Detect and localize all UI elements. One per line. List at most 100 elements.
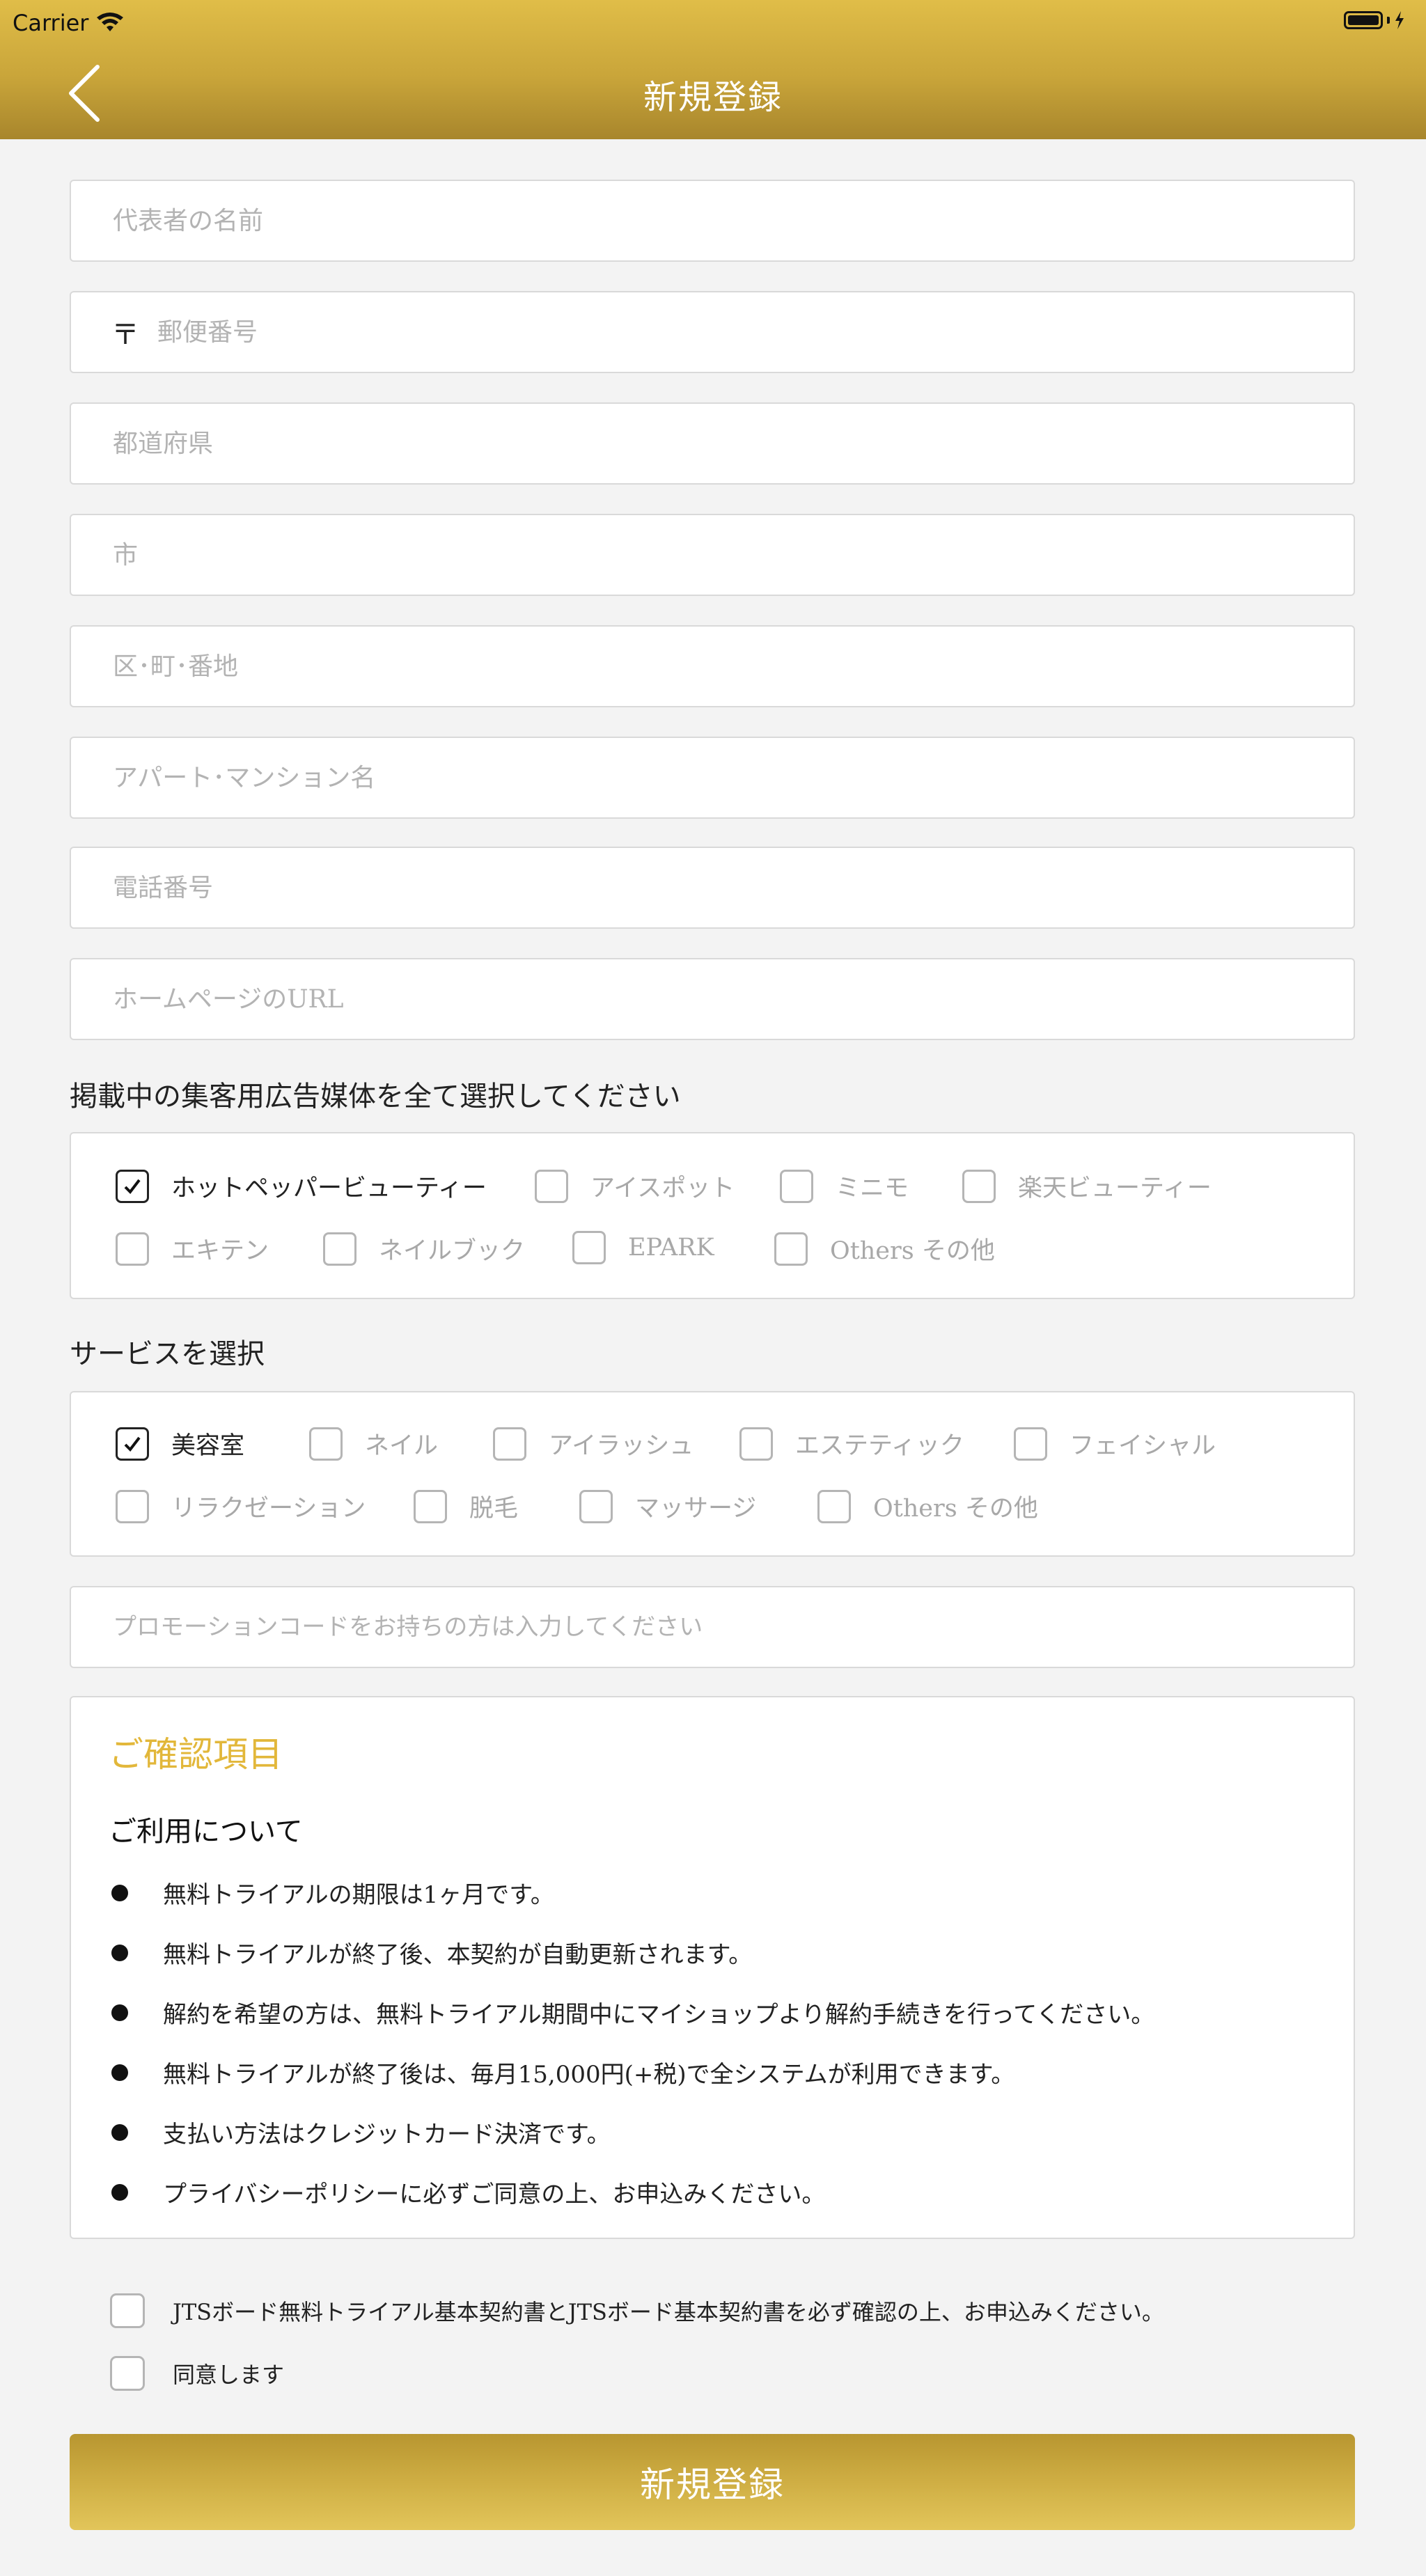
option-label: ネイルブック (379, 1237, 526, 1265)
option-label: エキテン (171, 1237, 269, 1265)
checkbox[interactable] (414, 1489, 447, 1523)
service-option-relaxation[interactable]: リラクゼーション (116, 1489, 366, 1524)
address-input[interactable] (111, 651, 1354, 682)
city-input[interactable] (111, 540, 1354, 570)
checkbox[interactable] (579, 1489, 613, 1523)
checkbox[interactable] (739, 1427, 773, 1461)
service-option-massage[interactable]: マッサージ (579, 1489, 756, 1524)
postal-code-input[interactable] (156, 317, 1354, 347)
page-title: 新規登録 (643, 78, 783, 117)
checkbox[interactable] (309, 1427, 343, 1461)
postal-code-field[interactable]: 〒 (70, 291, 1355, 373)
service-option-hair-removal[interactable]: 脱毛 (414, 1489, 518, 1524)
register-button-label: 新規登録 (640, 2465, 785, 2505)
checkbox[interactable] (323, 1232, 356, 1266)
list-item-text: 解約を希望の方は、無料トライアル期間中にマイショップより解約手続きを行ってくださ… (163, 2001, 1155, 2029)
usage-subtitle: ご利用について (109, 1816, 303, 1848)
carrier-label: Carrier (13, 10, 89, 36)
apartment-field[interactable] (70, 737, 1355, 819)
service-option-facial[interactable]: フェイシャル (1014, 1426, 1216, 1461)
checkbox[interactable] (774, 1232, 808, 1266)
agree-label: 同意します (173, 2362, 285, 2388)
checkbox[interactable] (962, 1169, 996, 1203)
contract-confirm-checkbox-row[interactable]: JTSボード無料トライアル基本契約書とJTSボード基本契約書を必ず確認の上、お申… (110, 2293, 1164, 2328)
list-item-text: プライバシーポリシーに必ずご同意の上、お申込みください。 (163, 2181, 826, 2208)
media-option-hotpepper[interactable]: ホットペッパービューティー (116, 1168, 487, 1204)
agree-checkbox-row[interactable]: 同意します (110, 2356, 284, 2391)
checkmark-icon (124, 1436, 141, 1452)
nav-header: Carrier 新規登録 (0, 0, 1426, 139)
confirmation-title: ご確認項目 (109, 1734, 283, 1775)
service-options-panel: 美容室 ネイル アイラッシュ エステティック フェイシャル リラクゼーション 脱… (70, 1391, 1355, 1557)
bullet-icon (111, 2123, 128, 2141)
agree-checkbox[interactable] (110, 2356, 145, 2391)
media-option-epark[interactable]: EPARK (572, 1231, 714, 1264)
checkbox[interactable] (116, 1427, 149, 1461)
media-option-nailbook[interactable]: ネイルブック (323, 1231, 525, 1266)
checkbox[interactable] (572, 1231, 606, 1264)
list-item: プライバシーポリシーに必ずご同意の上、お申込みください。 (111, 2175, 825, 2209)
homepage-url-input[interactable] (111, 984, 1354, 1014)
media-options-panel: ホットペッパービューティー アイスポット ミニモ 楽天ビューティー エキテン ネ… (70, 1132, 1355, 1299)
charging-bolt-icon (1395, 11, 1404, 29)
media-option-ispot[interactable]: アイスポット (535, 1168, 735, 1204)
media-option-rakuten-beauty[interactable]: 楽天ビューティー (962, 1168, 1212, 1204)
contract-confirm-checkbox[interactable] (110, 2293, 145, 2328)
list-item-text: 支払い方法はクレジットカード決済です。 (163, 2121, 611, 2149)
service-option-eyelash[interactable]: アイラッシュ (493, 1426, 694, 1461)
option-label: ホットペッパービューティー (171, 1175, 487, 1202)
address-field[interactable] (70, 625, 1355, 707)
option-label: 美容室 (171, 1432, 245, 1460)
representative-name-field[interactable] (70, 180, 1355, 262)
checkbox[interactable] (116, 1232, 149, 1266)
list-item-text: 無料トライアルが終了後は、毎月15,000円(+税)で全システムが利用できます。 (163, 2061, 1015, 2089)
list-item: 無料トライアルが終了後、本契約が自動更新されます。 (111, 1935, 752, 1970)
promo-code-field[interactable] (70, 1586, 1355, 1668)
checkbox[interactable] (116, 1489, 149, 1523)
media-option-ekiten[interactable]: エキテン (116, 1231, 269, 1266)
list-item-text: 無料トライアルが終了後、本契約が自動更新されます。 (163, 1941, 753, 1969)
wifi-icon (97, 13, 124, 31)
media-option-others[interactable]: Others その他 (774, 1231, 995, 1266)
prefecture-input[interactable] (111, 428, 1354, 459)
option-label: 楽天ビューティー (1018, 1175, 1212, 1202)
media-option-minimo[interactable]: ミニモ (780, 1168, 909, 1204)
promo-code-input[interactable] (111, 1612, 1354, 1642)
checkbox[interactable] (116, 1169, 149, 1203)
checkbox[interactable] (535, 1169, 568, 1203)
checkbox[interactable] (1014, 1427, 1047, 1461)
bullet-icon (111, 2183, 128, 2201)
option-label: 脱毛 (469, 1495, 519, 1523)
list-item-text: 無料トライアルの期限は1ヶ月です。 (163, 1881, 554, 1909)
phone-field[interactable] (70, 847, 1355, 929)
list-item: 無料トライアルの期限は1ヶ月です。 (111, 1876, 554, 1910)
postal-mark-icon: 〒 (111, 319, 139, 351)
representative-name-input[interactable] (111, 205, 1354, 236)
phone-input[interactable] (111, 872, 1354, 903)
option-label: フェイシャル (1070, 1432, 1216, 1460)
service-option-others[interactable]: Others その他 (817, 1489, 1038, 1524)
checkbox[interactable] (780, 1169, 813, 1203)
media-section-label: 掲載中の集客用広告媒体を全て選択してください (70, 1081, 681, 1113)
service-option-nail[interactable]: ネイル (309, 1426, 438, 1461)
bullet-icon (111, 2004, 128, 2021)
list-item: 解約を希望の方は、無料トライアル期間中にマイショップより解約手続きを行ってくださ… (111, 1995, 1154, 2029)
bullet-icon (111, 1944, 128, 1961)
option-label: リラクゼーション (171, 1495, 366, 1523)
battery-indicator (1344, 11, 1405, 29)
service-option-hair-salon[interactable]: 美容室 (116, 1426, 244, 1461)
battery-icon (1344, 11, 1383, 29)
option-label: マッサージ (635, 1495, 757, 1523)
service-option-esthetic[interactable]: エステティック (739, 1426, 964, 1461)
register-button[interactable]: 新規登録 (70, 2434, 1355, 2530)
prefecture-field[interactable] (70, 402, 1355, 485)
city-field[interactable] (70, 514, 1355, 596)
apartment-input[interactable] (111, 762, 1354, 793)
option-label: ネイル (365, 1432, 439, 1460)
service-section-label: サービスを選択 (70, 1338, 265, 1370)
checkbox[interactable] (493, 1427, 526, 1461)
option-label: ミニモ (836, 1175, 909, 1202)
checkbox[interactable] (817, 1489, 851, 1523)
list-item: 無料トライアルが終了後は、毎月15,000円(+税)で全システムが利用できます。 (111, 2055, 1014, 2089)
homepage-url-field[interactable] (70, 958, 1355, 1040)
